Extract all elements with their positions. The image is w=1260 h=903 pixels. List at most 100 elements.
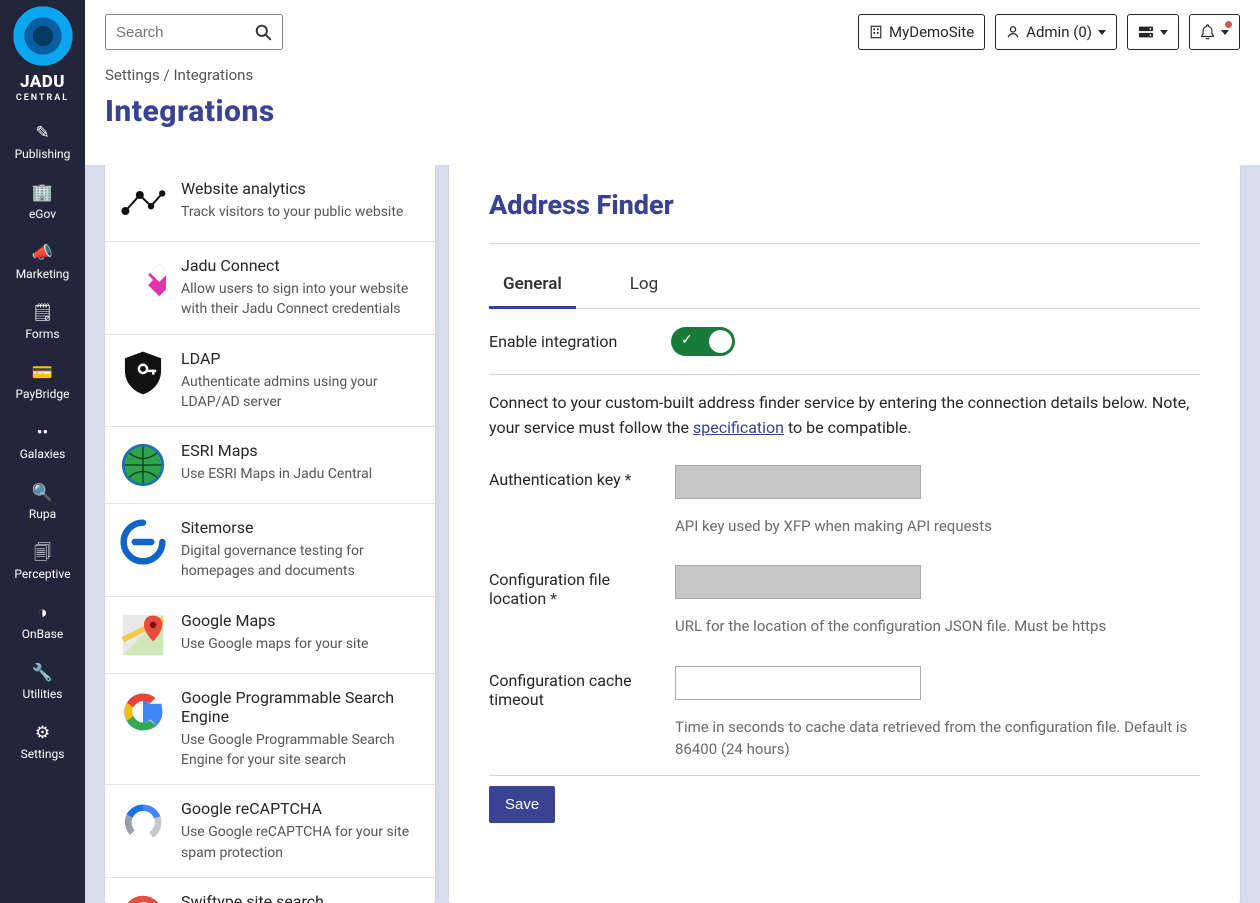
integration-detail-panel: Address Finder General Log Enable integr… xyxy=(449,165,1240,903)
integration-item-gmaps[interactable]: Google MapsUse Google maps for your site xyxy=(105,597,435,674)
integration-item-ldap[interactable]: LDAPAuthenticate admins using your LDAP/… xyxy=(105,335,435,428)
logo-ring-icon xyxy=(13,6,73,66)
check-icon: ✓ xyxy=(681,332,693,348)
apps-menu-button[interactable] xyxy=(1127,14,1179,50)
esri-icon xyxy=(119,441,167,489)
integration-desc: Use Google Programmable Search Engine fo… xyxy=(181,730,421,771)
search-box[interactable] xyxy=(105,14,283,50)
toggle-knob xyxy=(709,330,732,353)
site-switcher-button[interactable]: MyDemoSite xyxy=(858,14,985,50)
nav-label: eGov xyxy=(29,207,56,221)
nav-item-marketing[interactable]: 📣 Marketing xyxy=(14,233,70,293)
enable-row: Enable integration ✓ xyxy=(489,309,1200,374)
sitemorse-icon xyxy=(119,518,167,566)
nav-item-perceptive[interactable]: 🗐 Perceptive xyxy=(14,533,70,593)
auth-key-field: Authentication key * API key used by XFP… xyxy=(489,451,1200,552)
integration-title: Google reCAPTCHA xyxy=(181,799,421,818)
integration-desc: Use ESRI Maps in Jadu Central xyxy=(181,464,372,484)
integration-item-connect[interactable]: Jadu ConnectAllow users to sign into you… xyxy=(105,242,435,335)
required-mark: * xyxy=(625,470,632,489)
brand-logo[interactable]: JADU CENTRAL xyxy=(13,6,73,103)
publishing-icon: ✎ xyxy=(35,125,49,142)
search-input[interactable] xyxy=(116,24,236,41)
integration-item-analytics[interactable]: Website analytics Track visitors to your … xyxy=(105,165,435,242)
integration-item-esri[interactable]: ESRI Maps Use ESRI Maps in Jadu Central xyxy=(105,427,435,504)
nav-label: Forms xyxy=(25,327,59,341)
gsearch-icon xyxy=(119,688,167,736)
integration-item-gsearch[interactable]: Google Programmable Search Engine Use Goo… xyxy=(105,674,435,786)
integration-title: Google Programmable Search Engine xyxy=(181,688,421,726)
nav-label: Rupa xyxy=(29,507,56,521)
page-title: Integrations xyxy=(105,94,1240,129)
connect-icon xyxy=(119,256,167,304)
nav-label: Marketing xyxy=(16,267,70,281)
enable-toggle[interactable]: ✓ xyxy=(671,327,735,356)
breadcrumb-settings[interactable]: Settings xyxy=(105,66,160,84)
nav-item-publishing[interactable]: ✎ Publishing xyxy=(14,113,70,173)
specification-link[interactable]: specification xyxy=(693,418,784,437)
brand-sub: CENTRAL xyxy=(16,93,69,103)
integration-item-swiftype[interactable]: Swiftype site search xyxy=(105,878,435,903)
integration-title: Google Maps xyxy=(181,611,368,630)
tab-log[interactable]: Log xyxy=(616,266,672,309)
config-location-hint: URL for the location of the configuratio… xyxy=(675,615,1200,638)
save-button[interactable]: Save xyxy=(489,786,555,823)
notifications-button[interactable] xyxy=(1189,14,1240,50)
admin-label: Admin (0) xyxy=(1026,23,1092,41)
integration-desc: Digital governance testing for homepages… xyxy=(181,541,421,582)
galaxies-icon: •• xyxy=(37,425,48,442)
intro-text: Connect to your custom-built address fin… xyxy=(489,375,1200,451)
cache-timeout-label: Configuration cache timeout xyxy=(489,666,671,709)
integration-title: Swiftype site search xyxy=(181,892,324,903)
onbase-icon: ◑ xyxy=(37,605,47,622)
nav-item-paybridge[interactable]: 💳 PayBridge xyxy=(14,353,70,413)
settings-icon: ⚙ xyxy=(35,725,50,742)
nav-item-forms[interactable]: 🗒 Forms xyxy=(14,293,70,353)
integration-item-recaptcha[interactable]: Google reCAPTCHA Use Google reCAPTCHA for… xyxy=(105,785,435,878)
integration-desc: Use Google reCAPTCHA for your site spam … xyxy=(181,822,421,863)
cache-timeout-input[interactable] xyxy=(675,666,921,700)
integration-desc: Track visitors to your public website xyxy=(181,202,403,222)
rupa-icon: 🔍 xyxy=(32,485,53,502)
marketing-icon: 📣 xyxy=(32,245,53,262)
tab-general[interactable]: General xyxy=(489,266,576,309)
chevron-down-icon xyxy=(1160,30,1168,35)
utilities-icon: 🔧 xyxy=(32,665,53,682)
gmaps-icon xyxy=(119,611,167,659)
perceptive-icon: 🗐 xyxy=(34,545,51,562)
integration-item-sitemorse[interactable]: SitemorseDigital governance testing for … xyxy=(105,504,435,597)
egov-icon: 🏢 xyxy=(32,185,53,202)
user-icon xyxy=(1006,25,1020,39)
breadcrumb: Settings / Integrations xyxy=(105,66,1240,84)
breadcrumb-sep: / xyxy=(164,66,170,84)
integrations-list: Website analytics Track visitors to your … xyxy=(105,165,435,903)
recaptcha-icon xyxy=(119,799,167,847)
admin-menu-button[interactable]: Admin (0) xyxy=(995,14,1117,50)
nav-item-utilities[interactable]: 🔧Utilities xyxy=(14,653,70,713)
detail-title: Address Finder xyxy=(489,189,1200,221)
nav-item-egov[interactable]: 🏢 eGov xyxy=(14,173,70,233)
integration-title: ESRI Maps xyxy=(181,441,372,460)
nav-label: Perceptive xyxy=(14,567,70,581)
nav-item-galaxies[interactable]: ••Galaxies xyxy=(14,413,70,473)
config-location-input[interactable] xyxy=(675,565,921,599)
chevron-down-icon xyxy=(1098,30,1106,35)
required-mark: * xyxy=(550,589,557,608)
integration-title: Website analytics xyxy=(181,179,403,198)
nav-item-settings[interactable]: ⚙Settings xyxy=(14,713,70,773)
auth-key-hint: API key used by XFP when making API requ… xyxy=(675,515,1200,538)
paybridge-icon: 💳 xyxy=(32,365,53,382)
nav-item-onbase[interactable]: ◑OnBase xyxy=(14,593,70,653)
nav-label: Publishing xyxy=(15,147,71,161)
auth-key-input[interactable] xyxy=(675,465,921,499)
breadcrumb-integrations[interactable]: Integrations xyxy=(173,66,253,84)
detail-tabs: General Log xyxy=(489,266,1200,309)
server-icon xyxy=(1138,25,1154,39)
analytics-icon xyxy=(119,179,167,227)
config-location-label: Configuration file location * xyxy=(489,565,671,608)
divider xyxy=(489,243,1200,244)
bell-icon xyxy=(1200,24,1215,40)
nav-label: PayBridge xyxy=(16,387,70,401)
nav-item-rupa[interactable]: 🔍 Rupa xyxy=(14,473,70,533)
forms-icon: 🗒 xyxy=(32,305,54,322)
